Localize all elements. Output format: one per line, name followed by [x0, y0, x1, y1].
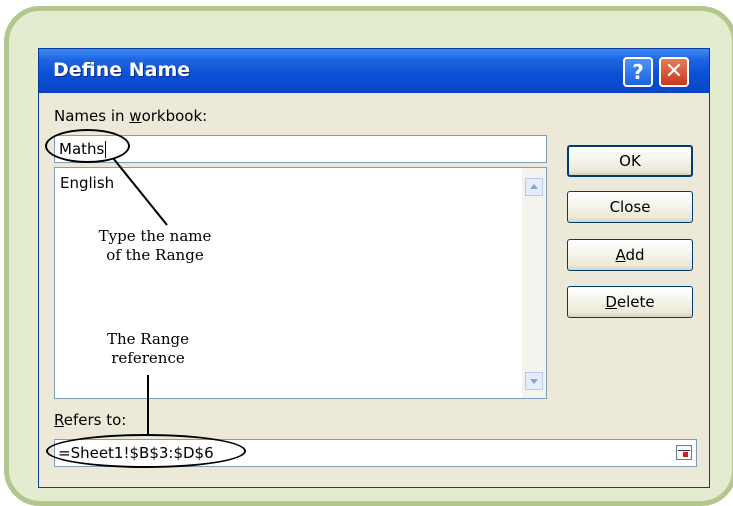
name-annotation-line1: Type the name [98, 227, 212, 245]
name-annotation: Type the name of the Range [65, 227, 245, 265]
name-annotation-line2: of the Range [106, 246, 204, 264]
reference-annotation-line1: The Range [106, 330, 190, 348]
reference-annotation: The Range reference [68, 330, 228, 368]
reference-annotation-line2: reference [111, 349, 185, 367]
name-pointer-line [112, 157, 168, 226]
